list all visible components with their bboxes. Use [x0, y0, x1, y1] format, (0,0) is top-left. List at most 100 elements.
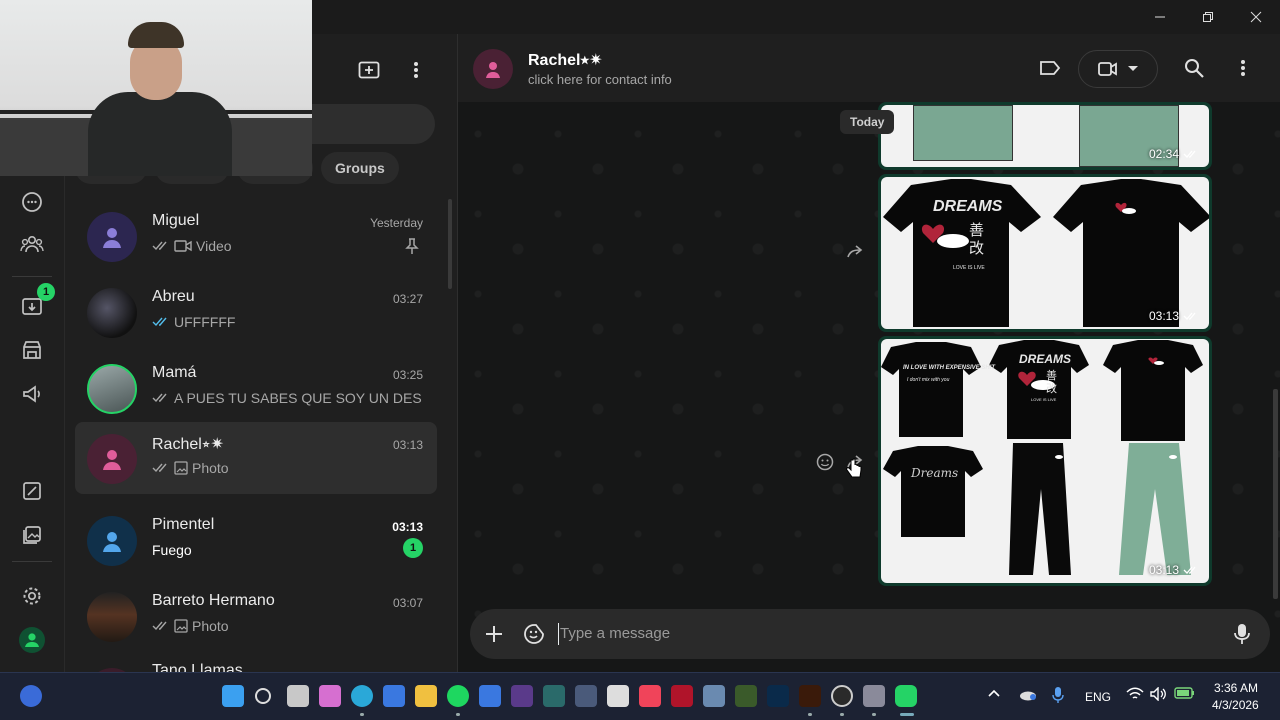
illustrator-icon[interactable] [799, 685, 821, 707]
chat-name: Barreto Hermano [152, 592, 275, 609]
app-icon[interactable] [575, 685, 597, 707]
shirt-print-mix: I don't mix with you [907, 377, 950, 383]
edge-icon[interactable] [351, 685, 373, 707]
calculator-icon[interactable] [703, 685, 725, 707]
media-gallery-icon[interactable] [16, 519, 48, 551]
task-view-icon[interactable] [287, 685, 309, 707]
store-icon[interactable] [16, 334, 48, 366]
chat-time: Yesterday [370, 216, 423, 230]
sticker-emoji-icon[interactable] [518, 618, 550, 650]
image-message[interactable]: IN LOVE WITH EXPENSIVE SHIT I don't mix … [878, 336, 1212, 586]
chat-name: Miguel [152, 212, 200, 229]
conversation-menu-icon[interactable] [1227, 52, 1259, 84]
app-icon[interactable] [607, 685, 629, 707]
copilot-icon[interactable] [20, 685, 42, 707]
netflix-icon[interactable] [671, 685, 693, 707]
chats-icon[interactable] [16, 186, 48, 218]
video-call-button[interactable] [1078, 50, 1158, 88]
chat-row-abreu[interactable]: Abreu 03:27 UFFFFFF [75, 276, 437, 348]
app-icon[interactable] [735, 685, 757, 707]
filter-groups[interactable]: Groups [321, 152, 399, 184]
broadcast-icon[interactable] [16, 378, 48, 410]
chat-row-mama[interactable]: Mamá 03:25 A PUES TU SABES QUE SOY UN DE… [75, 352, 437, 424]
contact-info-hint: click here for contact info [528, 72, 672, 87]
search-icon[interactable] [255, 688, 271, 704]
obs-icon[interactable] [831, 685, 853, 707]
clock-time[interactable]: 3:36 AM [1214, 681, 1258, 695]
chat-row-barreto[interactable]: Barreto Hermano 03:07 Photo [75, 580, 437, 652]
battery-icon[interactable] [1174, 687, 1196, 703]
image-message[interactable]: DREAMS 善 改 LOVE IS LIVE 03:13 [878, 174, 1212, 332]
forward-icon[interactable] [844, 240, 868, 264]
attach-plus-icon[interactable] [478, 618, 510, 650]
profile-avatar[interactable] [16, 624, 48, 656]
avatar [87, 288, 137, 338]
minimize-button[interactable] [1136, 0, 1184, 34]
avatar [87, 434, 137, 484]
unread-badge: 1 [403, 538, 423, 558]
restore-button[interactable] [1184, 0, 1232, 34]
message-image[interactable]: 02:34 [881, 105, 1209, 167]
chat-list-scrollbar[interactable] [448, 199, 452, 289]
chat-time: 03:13 [392, 438, 423, 452]
chat-time: 03:25 [392, 368, 423, 382]
shirt-print-tagline: LOVE IS LIVE [953, 265, 985, 271]
music-icon[interactable] [639, 685, 661, 707]
video-camera-icon [1098, 62, 1118, 76]
message-timestamp: 03:13 [1149, 563, 1199, 577]
chat-name: Mamá [152, 364, 197, 381]
emoji-react-icon[interactable] [813, 450, 837, 474]
store-icon[interactable] [383, 685, 405, 707]
wifi-icon[interactable] [1126, 687, 1144, 703]
chat-preview-text: Photo [192, 460, 229, 476]
shirt-print-expensive: IN LOVE WITH EXPENSIVE SHIT [903, 365, 996, 371]
start-menu-icon[interactable] [222, 685, 244, 707]
file-explorer-icon[interactable] [415, 685, 437, 707]
conversation-header[interactable]: Rachel⭒✷ click here for contact info [458, 34, 1280, 102]
communities-icon[interactable] [16, 228, 48, 260]
spotify-icon[interactable] [447, 685, 469, 707]
starred-edit-icon[interactable] [16, 475, 48, 507]
microphone-icon[interactable] [1226, 618, 1258, 650]
message-image[interactable]: IN LOVE WITH EXPENSIVE SHIT I don't mix … [881, 339, 1209, 583]
microphone-icon[interactable] [1052, 686, 1066, 706]
chat-preview: Photo [152, 618, 229, 634]
language-indicator[interactable]: ENG [1085, 690, 1111, 704]
defender-icon[interactable] [479, 685, 501, 707]
hand-cursor-icon [846, 458, 862, 480]
chat-row-pimentel[interactable]: Pimentel 03:13 Fuego 1 [75, 504, 437, 576]
onedrive-icon[interactable] [1018, 687, 1038, 703]
chat-preview-text: Fuego [152, 542, 192, 558]
message-input[interactable]: Type a message [560, 625, 670, 642]
volume-icon[interactable] [1150, 687, 1168, 703]
avatar [87, 212, 137, 262]
whatsapp-icon[interactable] [895, 685, 917, 707]
settings-gear-icon[interactable] [16, 580, 48, 612]
clock-date[interactable]: 4/3/2026 [1212, 698, 1259, 712]
close-button[interactable] [1232, 0, 1280, 34]
chat-name: Rachel⭒✷ [152, 436, 224, 453]
message-composer[interactable]: Type a message [470, 609, 1270, 659]
settings-gear-icon[interactable] [863, 685, 885, 707]
window-controls [1136, 0, 1280, 34]
message-timestamp: 03:13 [1149, 309, 1199, 323]
chat-list-menu-icon[interactable] [400, 54, 432, 86]
chat-row-rachel[interactable]: Rachel⭒✷ 03:13 Photo [75, 422, 437, 494]
chat-row-tano[interactable]: Tano Llamas [75, 656, 437, 672]
app-icon[interactable] [543, 685, 565, 707]
app-icon[interactable] [511, 685, 533, 707]
chat-row-miguel[interactable]: Miguel Yesterday Video [75, 200, 437, 272]
image-message[interactable]: 02:34 [878, 102, 1212, 170]
search-icon[interactable] [1178, 52, 1210, 84]
tshirt-design-image: DREAMS 善 改 LOVE IS LIVE [883, 179, 1209, 327]
conversation-scrollbar[interactable] [1273, 389, 1278, 599]
contact-avatar[interactable] [473, 49, 513, 89]
video-icon [174, 239, 192, 253]
new-chat-icon[interactable] [353, 54, 385, 86]
double-check-icon [152, 392, 170, 404]
photoshop-icon[interactable] [767, 685, 789, 707]
label-tag-icon[interactable] [1034, 52, 1066, 84]
chevron-up-icon[interactable] [988, 689, 1000, 701]
message-image[interactable]: DREAMS 善 改 LOVE IS LIVE 03:13 [881, 177, 1209, 329]
copilot-app-icon[interactable] [319, 685, 341, 707]
